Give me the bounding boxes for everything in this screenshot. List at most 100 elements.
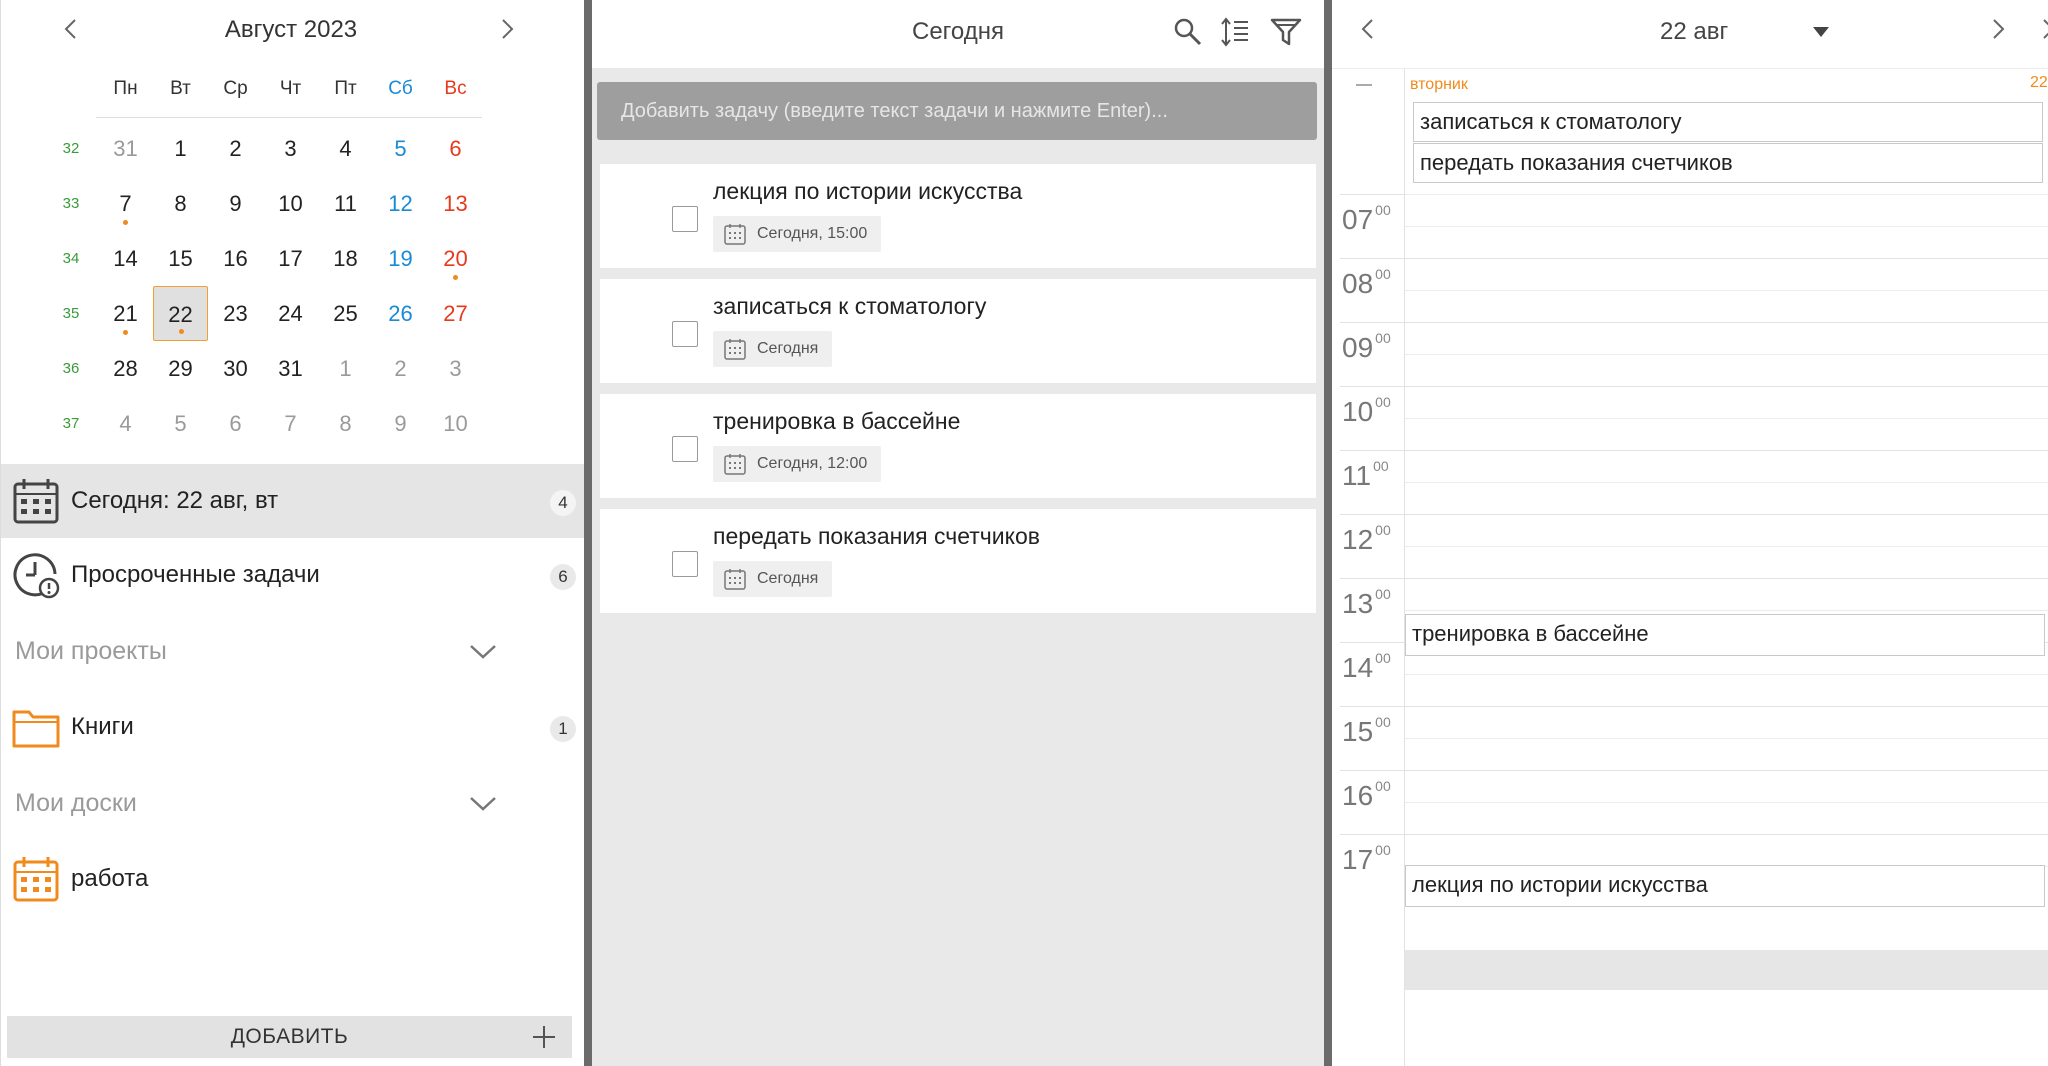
calendar-day[interactable]: 19 [373,231,428,286]
week-number: 33 [62,195,80,212]
panel-splitter-left[interactable] [584,0,592,1066]
chevron-right-icon [2043,19,2048,39]
calendar-day[interactable]: 13 [428,176,483,231]
calendar-day[interactable]: 15 [153,231,208,286]
calendar-day[interactable]: 4 [318,121,373,176]
mini-calendar-header: Август 2023 [1,0,585,64]
task-checkbox[interactable] [672,321,698,347]
calendar-day-number: 12 [388,191,413,216]
calendar-day[interactable]: 10 [428,396,483,451]
half-hour-line [1405,418,2048,419]
task-due-chip[interactable]: Сегодня, 15:00 [713,216,882,252]
calendar-day[interactable]: 17 [263,231,318,286]
calendar-day[interactable]: 7 [98,176,153,231]
calendar-day[interactable]: 21 [98,286,153,341]
task-checkbox[interactable] [672,206,698,232]
nav-overdue[interactable]: Просроченные задачи 6 [1,538,585,612]
minutes-value: 00 [1375,842,1391,858]
calendar-day[interactable]: 26 [373,286,428,341]
task-due-chip[interactable]: Сегодня [713,561,833,597]
calendar-day-number: 9 [394,411,407,436]
prev-month-button[interactable] [61,16,81,49]
calendar-day[interactable]: 9 [373,396,428,451]
calendar-day-number: 27 [443,301,468,326]
calendar-day[interactable]: 5 [153,396,208,451]
calendar-day[interactable]: 31 [98,121,153,176]
calendar-day[interactable]: 2 [373,341,428,396]
calendar-day-number: 21 [113,301,138,326]
calendar-day[interactable]: 3 [263,121,318,176]
task-item[interactable]: записаться к стоматологу Сегодня [600,279,1316,383]
calendar-day[interactable]: 4 [98,396,153,451]
task-due-chip[interactable]: Сегодня [713,331,833,367]
calendar-day[interactable]: 12 [373,176,428,231]
calendar-day[interactable]: 10 [263,176,318,231]
task-item[interactable]: лекция по истории искусства Сегодня, 15:… [600,164,1316,268]
calendar-day[interactable]: 3 [428,341,483,396]
boards-section-header[interactable]: Мои доски [1,766,585,840]
calendar-day[interactable]: 8 [318,396,373,451]
calendar-day[interactable]: 24 [263,286,318,341]
timed-event[interactable]: тренировка в бассейне [1405,614,2045,656]
project-item-books[interactable]: Книги 1 [1,690,585,764]
calendar-day[interactable]: 1 [318,341,373,396]
calendar-day[interactable]: 5 [373,121,428,176]
calendar-week-row: 32 31 1 2 3 4 5 6 [1,121,585,176]
calendar-day-number: 31 [278,356,303,381]
calendar-day[interactable]: 23 [208,286,263,341]
all-day-event[interactable]: передать показания счетчиков [1413,143,2043,183]
calendar-day-number: 24 [278,301,303,326]
next-day-button[interactable] [1988,16,2008,49]
calendar-icon [724,224,746,245]
calendar-day[interactable]: 18 [318,231,373,286]
caret-down-icon[interactable] [1812,26,1830,38]
calendar-day[interactable]: 30 [208,341,263,396]
calendar-day[interactable]: 28 [98,341,153,396]
calendar-day[interactable]: 16 [208,231,263,286]
minutes-value: 00 [1375,778,1391,794]
calendar-day[interactable]: 6 [208,396,263,451]
panel-splitter-right[interactable] [1324,0,1332,1066]
projects-section-header[interactable]: Мои проекты [1,614,585,688]
task-checkbox[interactable] [672,551,698,577]
calendar-day[interactable]: 7 [263,396,318,451]
task-due-chip[interactable]: Сегодня, 12:00 [713,446,882,482]
calendar-day[interactable]: 6 [428,121,483,176]
timed-event[interactable]: лекция по истории искусства [1405,865,2045,907]
calendar-day[interactable]: 25 [318,286,373,341]
calendar-day-number: 7 [119,191,132,216]
add-task-field[interactable] [597,82,1317,140]
prev-day-button[interactable] [1358,16,1378,49]
add-task-input[interactable] [597,82,1317,140]
day-view-panel: 22 авг вторник 22 записаться к стоматоло… [1332,0,2048,1066]
all-day-event[interactable]: записаться к стоматологу [1413,102,2043,142]
calendar-day[interactable]: 31 [263,341,318,396]
calendar-day[interactable]: 11 [318,176,373,231]
add-button[interactable]: ДОБАВИТЬ [7,1016,572,1058]
half-hour-line [1405,610,2048,611]
task-checkbox[interactable] [672,436,698,462]
hour-label: 11 00 [1342,458,1402,492]
calendar-day[interactable]: 8 [153,176,208,231]
calendar-day[interactable]: 20 [428,231,483,286]
calendar-day[interactable]: 1 [153,121,208,176]
calendar-day-selected[interactable]: 22 [153,286,208,341]
nav-today[interactable]: Сегодня: 22 авг, вт 4 [1,464,585,538]
board-label: работа [71,865,149,892]
next-month-button[interactable] [497,16,517,49]
task-due-label: Сегодня, 12:00 [757,455,868,472]
day-view-title[interactable]: 22 авг [1660,18,1728,46]
calendar-day[interactable]: 27 [428,286,483,341]
search-icon[interactable] [1170,14,1206,50]
board-item-work[interactable]: работа [1,842,585,916]
next-panel-chevron[interactable] [2038,16,2048,49]
task-item[interactable]: передать показания счетчиков Сегодня [600,509,1316,613]
calendar-day[interactable]: 29 [153,341,208,396]
calendar-day[interactable]: 9 [208,176,263,231]
chevron-right-icon [1993,19,2005,39]
calendar-day[interactable]: 14 [98,231,153,286]
task-item[interactable]: тренировка в бассейне Сегодня, 12:00 [600,394,1316,498]
filter-icon[interactable] [1268,14,1304,50]
calendar-day[interactable]: 2 [208,121,263,176]
sort-icon[interactable] [1218,14,1254,50]
